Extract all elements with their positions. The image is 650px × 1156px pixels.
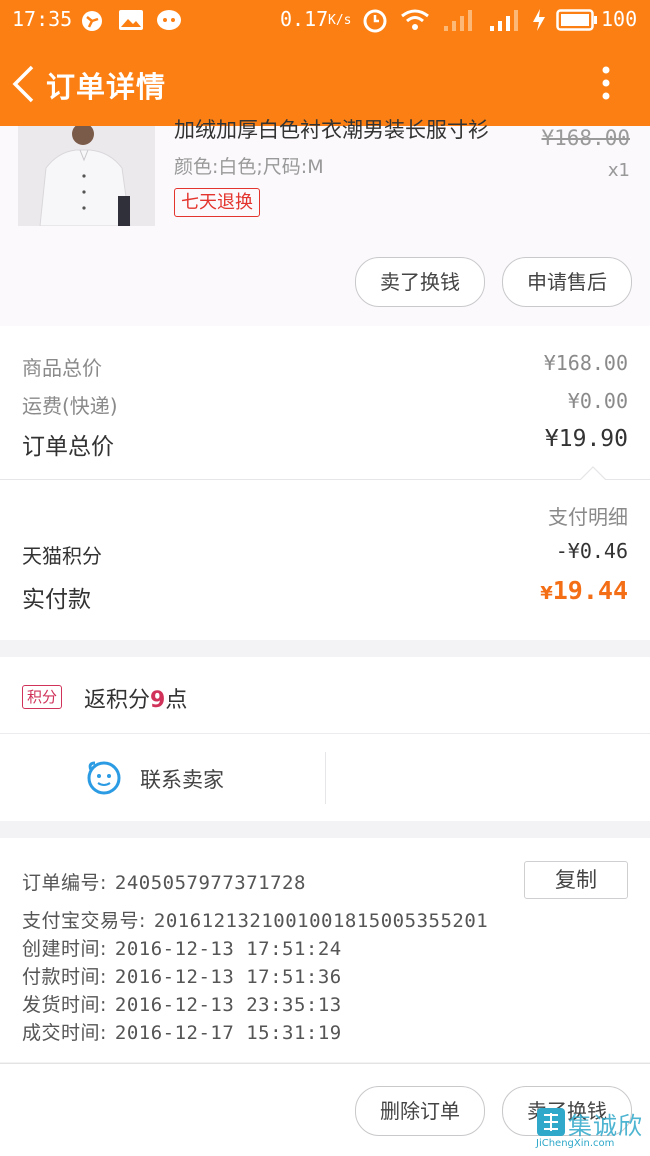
more-menu-icon[interactable] <box>596 64 616 104</box>
paid-amount-value: 19.44 <box>552 576 628 605</box>
order-number-value: 2405057977371728 <box>114 872 306 894</box>
product-card[interactable]: 加绒加厚白色衬衣潮男装长服寸衫 ¥168.00 颜色:白色;尺码:M x1 七天… <box>0 118 650 326</box>
paid-time-row: 付款时间: 2016-12-13 17:51:36 <box>22 962 342 989</box>
watermark-url: JiChengXin.com <box>536 1138 615 1149</box>
signal-empty-icon <box>444 10 472 31</box>
completed-time-row: 成交时间: 2016-12-17 15:31:19 <box>22 1018 342 1045</box>
order-number-row: 订单编号: 2405057977371728 <box>22 868 306 895</box>
status-time: 17:35 <box>12 7 73 31</box>
net-speed-unit: K/s <box>328 13 352 28</box>
chat-app-icon <box>157 10 181 30</box>
shipped-time-label: 发货时间: <box>22 994 107 1016</box>
shipped-time-row: 发货时间: 2016-12-13 23:35:13 <box>22 990 342 1017</box>
points-reward-prefix: 返积分 <box>84 688 151 713</box>
watermark: 集诚欣 JiChengXin.com <box>536 1107 648 1153</box>
alipay-trade-value: 2016121321001001815005355201 <box>153 910 489 932</box>
created-time-row: 创建时间: 2016-12-13 17:51:24 <box>22 934 342 961</box>
product-quantity: x1 <box>607 160 630 181</box>
completed-time-label: 成交时间: <box>22 1022 107 1044</box>
alipay-trade-label: 支付宝交易号: <box>22 910 146 932</box>
points-badge: 积分 <box>22 685 63 709</box>
paid-time-label: 付款时间: <box>22 966 107 988</box>
order-number-label: 订单编号: <box>22 872 107 894</box>
signal-icon <box>490 10 518 31</box>
return-policy-tag: 七天退换 <box>174 188 260 217</box>
paid-amount: ¥19.44 <box>540 576 628 605</box>
points-section: 积分 返积分9点 联系卖家 <box>0 657 650 821</box>
shipping-label: 运费(快递) <box>22 394 118 418</box>
divider <box>325 752 326 804</box>
points-reward-suffix: 点 <box>165 688 188 713</box>
gallery-icon <box>119 10 143 30</box>
back-arrow-icon[interactable] <box>10 64 36 104</box>
product-name: 加绒加厚白色衬衣潮男装长服寸衫 <box>174 118 489 140</box>
copy-order-number-button[interactable]: 复制 <box>524 861 628 899</box>
expand-caret-icon <box>580 466 606 480</box>
created-time-label: 创建时间: <box>22 938 107 960</box>
paid-time-value: 2016-12-13 17:51:36 <box>114 966 342 988</box>
battery-level: 100 <box>601 7 638 31</box>
price-summary: 商品总价 ¥168.00 运费(快递) ¥0.00 订单总价 ¥19.90 支付… <box>0 326 650 640</box>
wifi-icon <box>401 9 429 30</box>
product-thumbnail[interactable] <box>18 126 155 226</box>
paid-currency: ¥ <box>540 583 553 604</box>
created-time-value: 2016-12-13 17:51:24 <box>114 938 342 960</box>
divider <box>0 479 650 480</box>
contact-seller-button[interactable]: 联系卖家 <box>0 734 325 821</box>
completed-time-value: 2016-12-17 15:31:19 <box>114 1022 342 1044</box>
shipping-value: ¥0.00 <box>567 389 628 413</box>
payment-detail-label: 支付明细 <box>548 507 628 529</box>
battery-icon <box>556 9 597 31</box>
alarm-icon <box>363 9 387 33</box>
paid-amount-label: 实付款 <box>22 587 91 613</box>
status-bar: 17:35 0.17 K/s 100 <box>0 0 650 40</box>
goods-total-value: ¥168.00 <box>543 351 628 375</box>
contact-seller-label: 联系卖家 <box>140 768 224 792</box>
order-total-label: 订单总价 <box>22 434 114 460</box>
page-title: 订单详情 <box>46 70 167 104</box>
shipped-time-value: 2016-12-13 23:35:13 <box>114 994 342 1016</box>
sell-for-cash-button[interactable]: 卖了换钱 <box>355 257 485 307</box>
browser-icon <box>82 11 102 31</box>
after-sales-button[interactable]: 申请售后 <box>502 257 632 307</box>
order-total-value: ¥19.90 <box>544 426 628 452</box>
watermark-logo-icon <box>537 1108 565 1136</box>
product-original-price: ¥168.00 <box>541 126 630 150</box>
tmall-points-label: 天猫积分 <box>22 544 102 568</box>
net-speed: 0.17 <box>280 7 329 31</box>
goods-total-label: 商品总价 <box>22 356 102 380</box>
charging-icon <box>533 9 545 31</box>
points-reward-text: 返积分9点 <box>84 682 187 714</box>
product-photo <box>18 126 155 226</box>
alipay-trade-row: 支付宝交易号: 2016121321001001815005355201 <box>22 906 488 933</box>
delete-order-button[interactable]: 删除订单 <box>355 1086 485 1136</box>
points-reward-amount: 9 <box>150 688 166 713</box>
order-info: 订单编号: 2405057977371728 复制 支付宝交易号: 20161213… <box>0 838 650 1062</box>
product-spec: 颜色:白色;尺码:M <box>174 156 324 178</box>
seller-chat-icon <box>87 761 121 795</box>
watermark-text: 集诚欣 <box>568 1112 643 1140</box>
tmall-points-value: -¥0.46 <box>555 539 628 563</box>
